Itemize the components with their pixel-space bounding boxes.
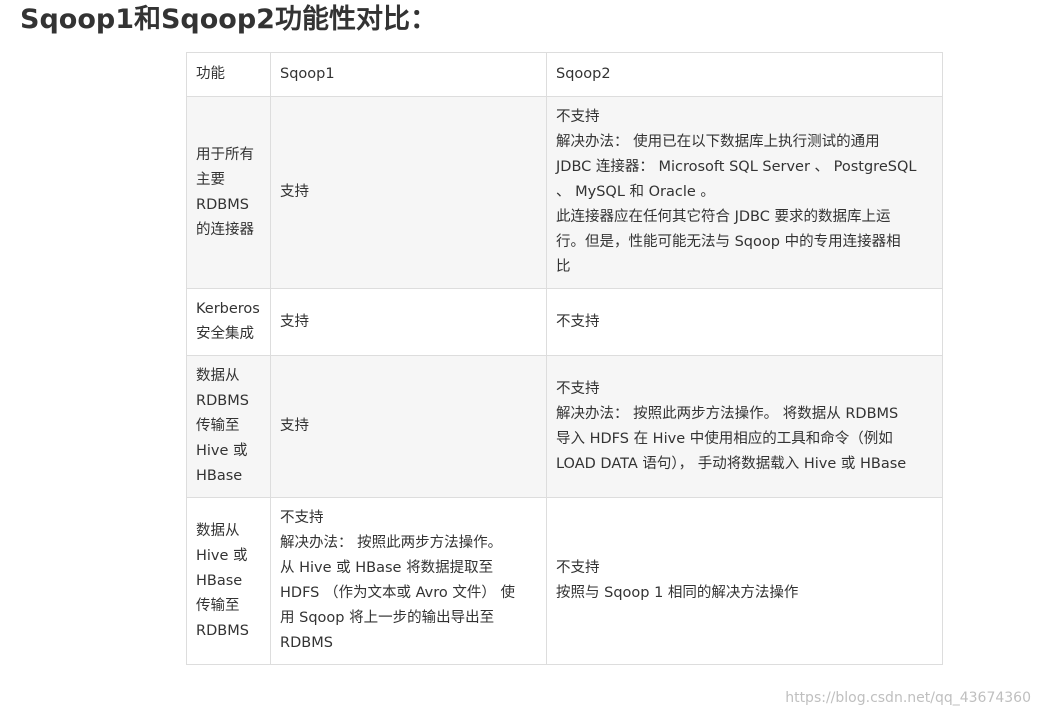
cell-line: 解决办法： 按照此两步方法操作。 [280,535,503,551]
cell-line: 导入 HDFS 在 Hive 中使用相应的工具和命令（例如 [556,430,893,447]
cell-line: 比 [556,259,571,275]
sqoop2-cell: 不支持 按照与 Sqoop 1 相同的解决方法操作 [546,497,943,665]
cell-line: 行。但是，性能可能无法与 Sqoop 中的专用连接器相 [556,234,901,250]
cell-line: JDBC 连接器： Microsoft SQL Server 、 Postgre… [556,159,917,175]
cell-line: 不支持 [556,560,600,576]
cell-line: 用 Sqoop 将上一步的输出导出至 [280,610,495,626]
cell-line: 解决办法： 使用已在以下数据库上执行测试的通用 [556,134,880,150]
table-header-row: 功能 Sqoop1 Sqoop2 [186,52,943,97]
sqoop1-cell: 不支持 解决办法： 按照此两步方法操作。 从 Hive 或 HBase 将数据提… [270,497,547,665]
feature-cell: 数据从 Hive 或 HBase 传输至 RDBMS [186,497,271,665]
feature-cell: 用于所有 主要 RDBMS 的连接器 [186,96,271,289]
cell-line: 解决办法： 按照此两步方法操作。 将数据从 RDBMS [556,405,899,422]
cell-line: Kerberos [196,301,260,317]
sqoop1-cell: 支持 [270,355,547,498]
table-row: 用于所有 主要 RDBMS 的连接器 支持 不支持 解决办法： 使用已在以下数据… [186,96,943,289]
cell-line: 的连接器 [196,221,254,238]
header-cell-feature: 功能 [186,52,271,97]
cell-line: 安全集成 [196,326,254,342]
cell-line: 不支持 [556,313,600,330]
cell-line: 、 MySQL 和 Oracle 。 [556,184,715,200]
sqoop1-cell: 支持 [270,288,547,356]
header-cell-sqoop1: Sqoop1 [270,52,547,97]
cell-line: 用于所有 [196,146,254,163]
cell-line: Hive 或 [196,443,248,459]
cell-line: 支持 [280,184,309,200]
cell-line: 支持 [280,418,309,434]
sqoop1-cell: 支持 [270,96,547,289]
header-cell-sqoop2: Sqoop2 [546,52,943,97]
page-title: Sqoop1和Sqoop2功能性对比： [20,4,437,35]
cell-line: 传输至 [196,418,240,434]
cell-line: RDBMS [280,635,333,651]
cell-line: RDBMS [196,196,249,213]
sqoop2-cell: 不支持 解决办法： 使用已在以下数据库上执行测试的通用 JDBC 连接器： Mi… [546,96,943,289]
cell-line: 支持 [280,313,309,330]
watermark: https://blog.csdn.net/qq_43674360 [785,690,1031,706]
table-row: 数据从 RDBMS 传输至 Hive 或 HBase 支持 不支持 解决办法： … [186,355,943,498]
cell-line: 数据从 [196,522,240,539]
cell-line: 主要 [196,171,225,188]
sqoop2-cell: 不支持 [546,288,943,356]
cell-line: LOAD DATA 语句）， 手动将数据载入 Hive 或 HBase [556,455,907,472]
cell-line: 按照与 Sqoop 1 相同的解决方法操作 [556,585,799,601]
comparison-table: 功能 Sqoop1 Sqoop2 用于所有 主要 RDBMS 的连接器 支持 不… [186,52,943,665]
cell-line: 此连接器应在任何其它符合 JDBC 要求的数据库上运 [556,209,891,225]
cell-line: Hive 或 [196,547,248,564]
feature-cell: Kerberos 安全集成 [186,288,271,356]
sqoop2-cell: 不支持 解决办法： 按照此两步方法操作。 将数据从 RDBMS 导入 HDFS … [546,355,943,498]
cell-line: 数据从 [196,368,240,384]
cell-line: 从 Hive 或 HBase 将数据提取至 [280,560,494,576]
table-row: Kerberos 安全集成 支持 不支持 [186,288,943,356]
cell-line: 不支持 [280,510,324,526]
cell-line: 传输至 [196,597,240,614]
cell-line: HDFS （作为文本或 Avro 文件） 使 [280,585,515,601]
cell-line: 不支持 [556,109,600,125]
feature-cell: 数据从 RDBMS 传输至 Hive 或 HBase [186,355,271,498]
cell-line: HBase [196,468,243,484]
cell-line: 不支持 [556,380,600,397]
cell-line: RDBMS [196,393,249,409]
cell-line: HBase [196,572,243,589]
cell-line: RDBMS [196,622,249,639]
table-row: 数据从 Hive 或 HBase 传输至 RDBMS 不支持 解决办法： 按照此… [186,497,943,665]
